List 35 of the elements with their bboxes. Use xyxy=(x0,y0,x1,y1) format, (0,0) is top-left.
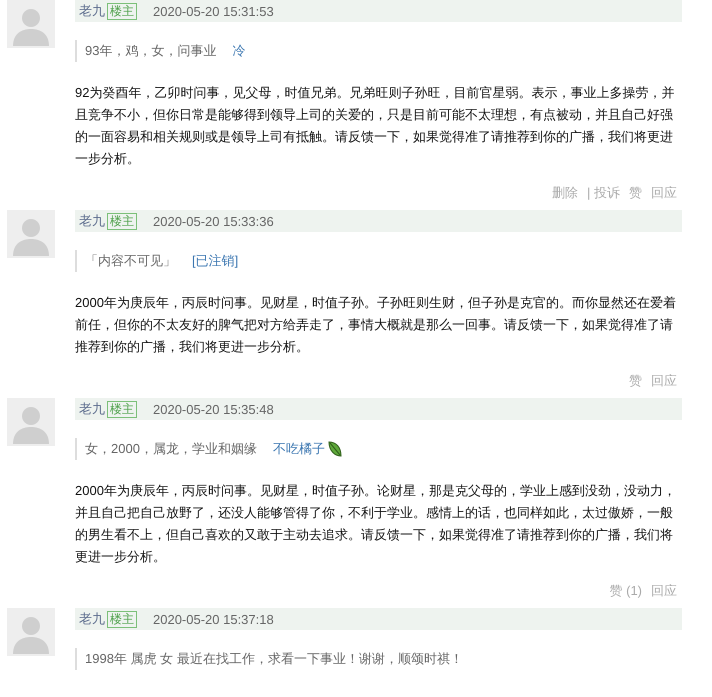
post-time: 2020-05-20 15:35:48 xyxy=(153,402,274,416)
action-link[interactable]: 回应 xyxy=(651,372,677,390)
quote-text: 女，2000，属龙，学业和姻缘 xyxy=(85,440,257,458)
op-badge: 楼主 xyxy=(107,2,137,20)
action-link[interactable]: 回应 xyxy=(651,184,677,202)
author-name[interactable]: 老九 xyxy=(79,610,105,628)
action-link[interactable]: 赞 xyxy=(629,372,642,390)
action-link[interactable]: 删除 xyxy=(552,184,578,202)
action-link[interactable]: 赞 (1) xyxy=(610,582,642,600)
op-badge: 楼主 xyxy=(107,212,137,230)
quote-text: 1998年 属虎 女 最近在找工作，求看一下事业！谢谢，顺颂时祺！ xyxy=(85,650,463,668)
avatar-icon xyxy=(7,0,55,48)
author-name[interactable]: 老九 xyxy=(79,212,105,230)
author-name[interactable]: 老九 xyxy=(79,400,105,418)
quoted-user-link[interactable]: [已注销] xyxy=(192,252,238,270)
op-badge: 楼主 xyxy=(107,610,137,628)
post-time: 2020-05-20 15:37:18 xyxy=(153,612,274,626)
author-name[interactable]: 老九 xyxy=(79,2,105,20)
post-time: 2020-05-20 15:33:36 xyxy=(153,214,274,228)
post-time: 2020-05-20 15:31:53 xyxy=(153,4,274,18)
action-link[interactable]: 赞 xyxy=(629,184,642,202)
action-link[interactable]: 回应 xyxy=(651,582,677,600)
op-badge: 楼主 xyxy=(107,400,137,418)
avatar-icon xyxy=(7,398,55,446)
quoted-user-link[interactable]: 冷 xyxy=(232,42,246,60)
reply-text: 92为癸酉年，乙卯时问事，见父母，时值兄弟。兄弟旺则子孙旺，目前官星弱。表示，事业上多操劳，并且竞争不小，但你日常是能够得到领导上司的关爱的，只是目前可能不太理想，有点被动，并且自己好强的一面容易和相关规则或是领导上司有抵触。请反馈一下，如果觉得准了请推荐到你的广播，我们将更进一步分析。 xyxy=(75,84,676,168)
reply-text: 2000年为庚辰年，丙辰时问事。见财星，时值子孙。子孙旺则生财，但子孙是克官的。而你显然还在爱着前任，但你的不太友好的脾气把对方给弄走了，事情大概就是那么一回事。请反馈一下，如果觉得准了请推荐到你的广播，我们将更进一步分析。 xyxy=(75,294,677,356)
quoted-user-link[interactable]: 不吃橘子 xyxy=(272,440,325,458)
quote-text: 「内容不可见」 xyxy=(85,252,176,270)
quote-text: 93年，鸡，女，问事业 xyxy=(85,42,216,60)
action-link[interactable]: | 投诉 xyxy=(587,184,620,202)
reply-text: 2000年为庚辰年，丙辰时问事。见财星，时值子孙。论财星，那是克父母的，学业上感到没劲，没动力，并且自己把自己放野了，还没人能够管得了你，不利于学业。感情上的话，也同样如此，太过傲娇，一般的男生看不上，但自己喜欢的又敢于主动去追求。请反馈一下，如果觉得准了请推荐到你的广播，我们将更进一步分析。 xyxy=(75,482,677,566)
avatar-icon xyxy=(7,210,55,258)
leaf-icon xyxy=(326,440,343,458)
avatar-icon xyxy=(7,608,55,656)
